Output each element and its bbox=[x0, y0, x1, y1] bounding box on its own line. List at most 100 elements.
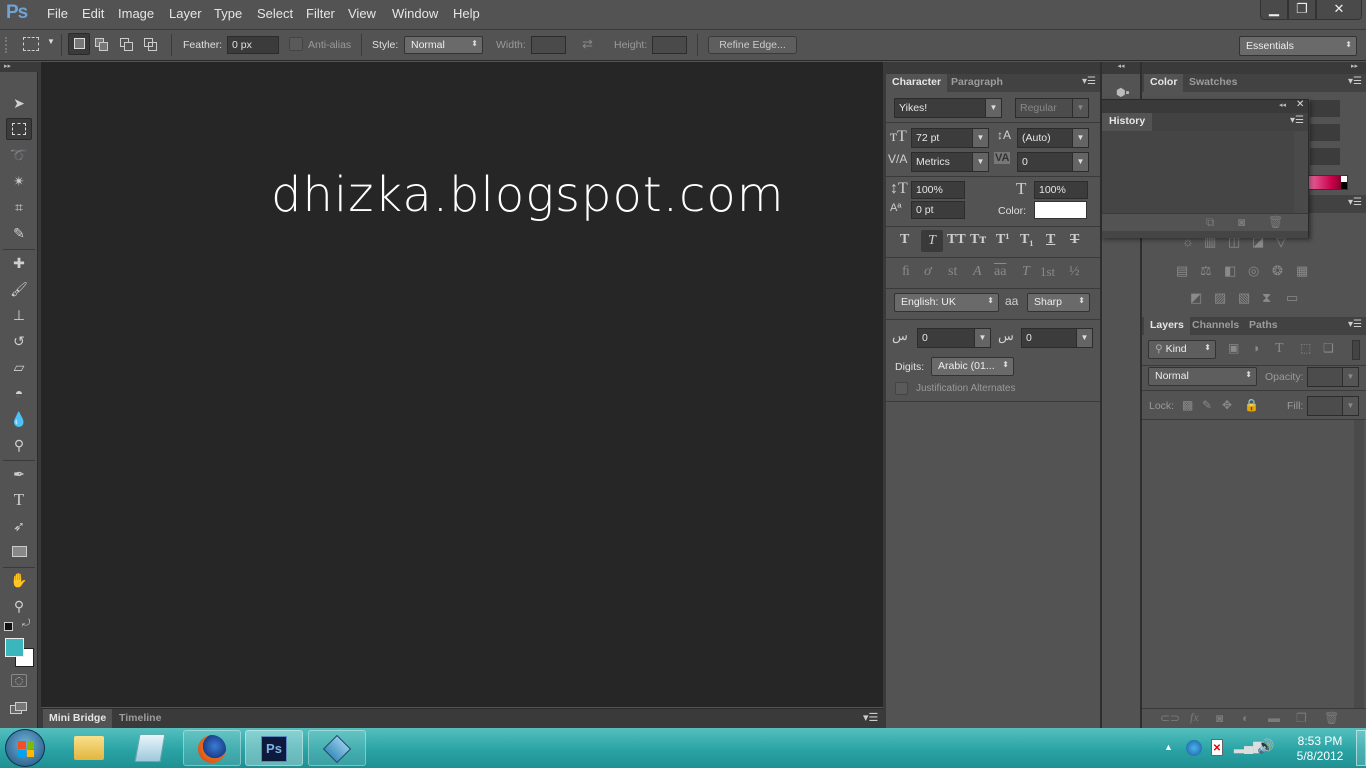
trash-icon[interactable]: 🗑 bbox=[1268, 215, 1283, 229]
anti-alias-checkbox[interactable] bbox=[289, 37, 303, 51]
font-size-dropdown[interactable]: ▼ bbox=[972, 128, 989, 148]
font-style-dropdown[interactable]: ▼ bbox=[1072, 98, 1089, 118]
faux-bold-button[interactable]: T bbox=[900, 232, 909, 248]
system-clock[interactable]: 8:53 PM 5/8/2012 bbox=[1290, 734, 1350, 764]
lock-position-icon[interactable]: ✥ bbox=[1222, 398, 1232, 412]
kashida-field-1[interactable]: 0 bbox=[917, 328, 975, 348]
minimize-button[interactable]: ▁ bbox=[1260, 0, 1288, 20]
kerning-dropdown[interactable]: ▼ bbox=[972, 152, 989, 172]
height-input[interactable] bbox=[652, 36, 687, 54]
type-filter-icon[interactable]: T bbox=[1275, 341, 1284, 357]
dodge-tool[interactable]: ⚲ bbox=[6, 434, 32, 456]
healing-brush-tool[interactable]: ✚ bbox=[6, 252, 32, 274]
menu-layer[interactable]: Layer bbox=[169, 6, 202, 21]
brush-tool[interactable]: 🖌 bbox=[6, 278, 32, 300]
menu-help[interactable]: Help bbox=[453, 6, 480, 21]
preset-chevron-down-icon[interactable]: ▼ bbox=[47, 37, 55, 46]
taskbar-remote-desktop-button[interactable] bbox=[308, 730, 366, 766]
canvas-text-layer[interactable]: dhizka.blogspot.com bbox=[271, 167, 784, 223]
start-button[interactable] bbox=[5, 729, 45, 767]
color-lookup-icon[interactable]: ▦ bbox=[1296, 263, 1308, 279]
swash-button[interactable]: A bbox=[973, 264, 982, 280]
red-value-field[interactable] bbox=[1310, 100, 1340, 117]
clone-stamp-tool[interactable]: ⊥ bbox=[6, 304, 32, 326]
workspace-select[interactable]: Essentials ⬍ bbox=[1239, 36, 1357, 56]
black-white-icon[interactable]: ◧ bbox=[1224, 263, 1236, 279]
font-size-field[interactable]: 72 pt bbox=[911, 128, 973, 148]
lock-transparent-icon[interactable]: ▩ bbox=[1182, 398, 1193, 412]
download-manager-tray-icon[interactable] bbox=[1186, 740, 1202, 756]
layers-scrollbar[interactable] bbox=[1354, 420, 1364, 708]
layer-filter-select[interactable]: ⚲ Kind ⬍ bbox=[1148, 340, 1216, 359]
panel-menu-icon[interactable]: ▾☰ bbox=[1348, 197, 1362, 208]
path-selection-tool[interactable]: ➶ bbox=[6, 515, 32, 537]
photo-filter-icon[interactable]: ◎ bbox=[1248, 263, 1259, 279]
zoom-tool[interactable]: ⚲ bbox=[6, 595, 32, 617]
quick-mask-button[interactable] bbox=[11, 674, 27, 687]
tracking-field[interactable]: 0 bbox=[1017, 152, 1073, 172]
power-tray-icon[interactable]: ✕ bbox=[1211, 739, 1223, 756]
channel-mixer-icon[interactable]: ❂ bbox=[1272, 263, 1283, 279]
color-balance-icon[interactable]: ⚖ bbox=[1200, 263, 1212, 279]
menu-edit[interactable]: Edit bbox=[82, 6, 104, 21]
explorer-icon[interactable] bbox=[74, 736, 104, 760]
kashida-field-2[interactable]: 0 bbox=[1021, 328, 1077, 348]
blue-value-field[interactable] bbox=[1310, 148, 1340, 165]
leading-field[interactable]: (Auto) bbox=[1017, 128, 1073, 148]
document-canvas[interactable]: dhizka.blogspot.com bbox=[41, 62, 883, 707]
new-group-icon[interactable]: ▬ bbox=[1268, 711, 1280, 725]
eraser-tool[interactable]: ▱ bbox=[6, 356, 32, 378]
menu-image[interactable]: Image bbox=[118, 6, 154, 21]
new-adjustment-icon[interactable]: ◐ bbox=[1242, 711, 1249, 725]
blur-tool[interactable]: 💧 bbox=[6, 408, 32, 430]
new-selection-button[interactable] bbox=[68, 33, 90, 55]
tab-mini-bridge[interactable]: Mini Bridge bbox=[43, 709, 113, 729]
show-desktop-button[interactable] bbox=[1356, 730, 1366, 766]
camera-icon[interactable]: ◙ bbox=[1238, 215, 1245, 229]
gradient-map-icon[interactable]: ▭ bbox=[1286, 290, 1298, 306]
language-select[interactable]: English: UK ⬍ bbox=[894, 293, 999, 312]
tab-channels[interactable]: Channels bbox=[1186, 317, 1245, 335]
text-color-swatch[interactable] bbox=[1034, 201, 1087, 219]
taskbar-firefox-button[interactable] bbox=[183, 730, 241, 766]
feather-input[interactable]: 0 px bbox=[227, 36, 279, 54]
kashida-dropdown-1[interactable]: ▼ bbox=[974, 328, 991, 348]
titling-alternates-button[interactable]: T bbox=[1022, 264, 1030, 280]
stylistic-alternates-button[interactable]: aa bbox=[994, 264, 1006, 280]
subscript-button[interactable]: T₁ bbox=[1020, 232, 1034, 248]
resize-grip[interactable] bbox=[1102, 231, 1308, 238]
restore-button[interactable]: ❐ bbox=[1288, 0, 1316, 20]
tab-history[interactable]: History bbox=[1102, 113, 1153, 131]
move-tool[interactable]: ➤ bbox=[6, 92, 32, 114]
close-icon[interactable]: ✕ bbox=[1296, 99, 1304, 110]
menu-file[interactable]: File bbox=[47, 6, 68, 21]
lock-pixels-icon[interactable]: ✎ bbox=[1202, 398, 1212, 412]
tab-layers[interactable]: Layers bbox=[1144, 317, 1190, 335]
magic-wand-tool[interactable]: ✴ bbox=[6, 170, 32, 192]
adjustment-filter-icon[interactable]: ◑ bbox=[1252, 341, 1259, 355]
menu-view[interactable]: View bbox=[348, 6, 376, 21]
selective-color-icon[interactable]: ⧗ bbox=[1262, 290, 1271, 306]
style-select[interactable]: Normal ⬍ bbox=[404, 36, 483, 54]
menu-filter[interactable]: Filter bbox=[306, 6, 335, 21]
rectangle-tool[interactable] bbox=[6, 541, 32, 563]
lasso-tool[interactable]: ➰ bbox=[6, 144, 32, 166]
layers-list[interactable] bbox=[1142, 420, 1354, 708]
tracking-dropdown[interactable]: ▼ bbox=[1072, 152, 1089, 172]
digits-select[interactable]: Arabic (01... ⬍ bbox=[931, 357, 1014, 376]
threshold-icon[interactable]: ▧ bbox=[1238, 290, 1250, 306]
taskbar-photoshop-button[interactable]: Ps bbox=[245, 730, 303, 766]
marquee-tool[interactable] bbox=[6, 118, 32, 140]
kashida-dropdown-2[interactable]: ▼ bbox=[1076, 328, 1093, 348]
shape-filter-icon[interactable]: ⬚ bbox=[1300, 341, 1311, 355]
screen-mode-button[interactable] bbox=[10, 702, 28, 716]
close-button[interactable]: ✕ bbox=[1316, 0, 1362, 20]
menu-type[interactable]: Type bbox=[214, 6, 242, 21]
notepad-icon[interactable] bbox=[134, 734, 166, 762]
discretionary-ligatures-button[interactable]: st bbox=[948, 264, 957, 280]
fx-icon[interactable]: fx bbox=[1190, 710, 1199, 725]
vertical-scale-field[interactable]: 100% bbox=[911, 181, 965, 199]
add-to-selection-button[interactable] bbox=[95, 38, 109, 51]
swap-colors-icon[interactable]: ⤾ bbox=[22, 618, 30, 629]
subtract-from-selection-button[interactable] bbox=[120, 38, 134, 51]
